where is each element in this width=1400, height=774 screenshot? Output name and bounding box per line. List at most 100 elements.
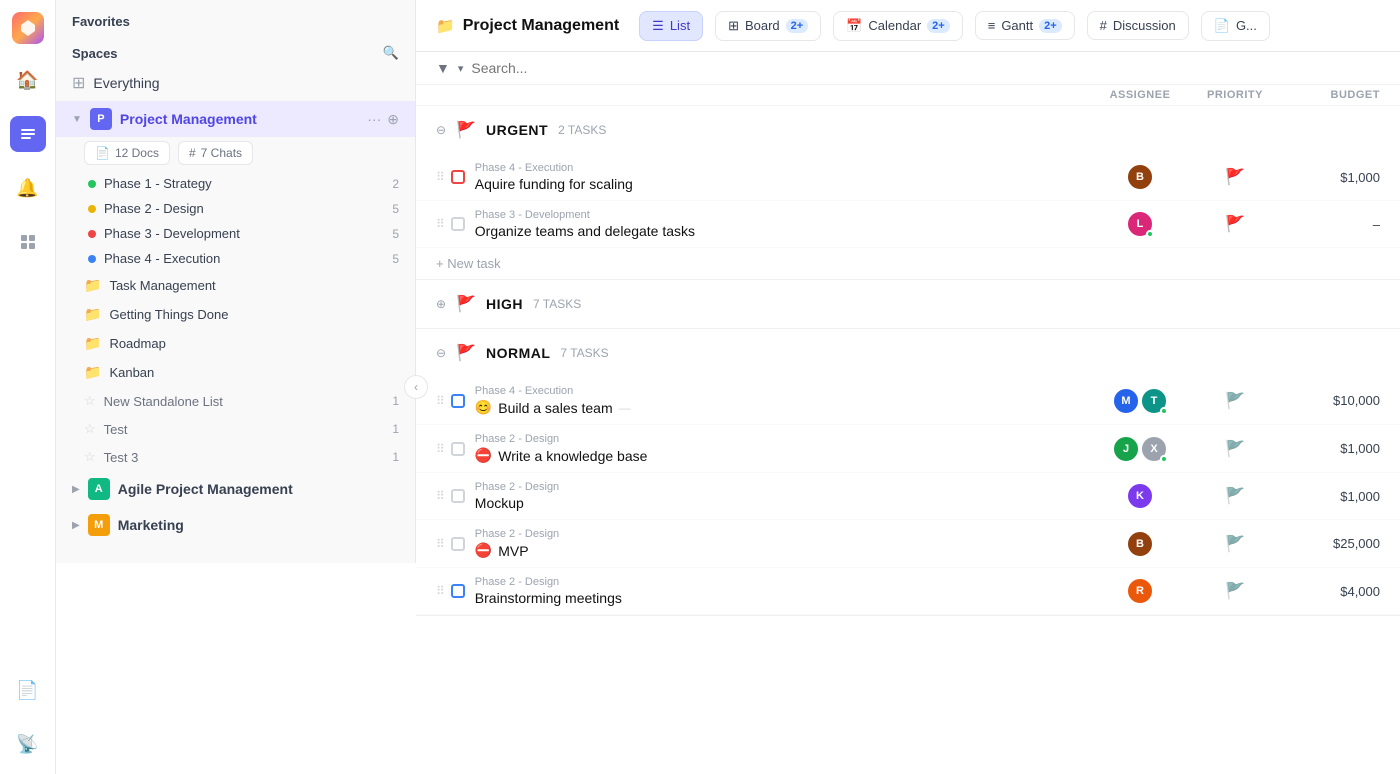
drag-handle-icon[interactable]: ⠿ — [436, 537, 445, 551]
folder-icon-gtd: 📁 — [84, 306, 101, 323]
folder-getting-things-done[interactable]: 📁 Getting Things Done — [56, 300, 415, 329]
doc-nav-icon[interactable]: 📄 — [10, 672, 46, 708]
spaces-search-icon[interactable]: 🔍 — [383, 45, 399, 61]
tab-list[interactable]: ☰ List — [639, 11, 703, 41]
list-dot-development — [88, 230, 96, 238]
drag-handle-icon[interactable]: ⠿ — [436, 217, 445, 231]
section-normal-flag: 🚩 — [456, 343, 476, 363]
drag-handle-icon[interactable]: ⠿ — [436, 584, 445, 598]
space-pm-more-icon[interactable]: ··· — [367, 111, 381, 127]
list-dot-strategy — [88, 180, 96, 188]
tab-g-icon: 📄 — [1214, 18, 1230, 34]
task-checkbox-n2[interactable] — [451, 442, 465, 456]
list-item-design[interactable]: Phase 2 - Design 5 — [56, 196, 415, 221]
section-urgent: ⊖ 🚩 URGENT 2 TASKS ⠿ Phase 4 - Execution… — [416, 106, 1400, 280]
sidebar: Favorites Spaces 🔍 ⊞ Everything ▼ P Proj… — [56, 0, 416, 563]
everything-item[interactable]: ⊞ Everything — [56, 65, 415, 101]
table-row[interactable]: ⠿ Phase 2 - Design ⛔ MVP B 🚩 $25,000 — [416, 520, 1400, 568]
filter-chevron-icon[interactable]: ▾ — [458, 62, 464, 75]
tab-g[interactable]: 📄 G... — [1201, 11, 1270, 41]
assignee-cell-n4: B — [1090, 530, 1190, 558]
task-phase-2: Phase 3 - Development — [475, 209, 1090, 221]
task-name-n4: ⛔ MVP — [475, 542, 1090, 559]
space-pm-add-icon[interactable]: ⊕ — [387, 111, 399, 128]
drag-handle-icon[interactable]: ⠿ — [436, 442, 445, 456]
tab-board[interactable]: ⊞ Board 2+ — [715, 11, 821, 41]
table-row[interactable]: ⠿ Phase 4 - Execution Aquire funding for… — [416, 154, 1400, 201]
standalone-test3[interactable]: ☆ Test 3 1 — [56, 443, 415, 471]
priority-flag-n2: 🚩 — [1225, 439, 1245, 459]
task-phase-n2: Phase 2 - Design — [475, 433, 1090, 445]
table-row[interactable]: ⠿ Phase 4 - Execution 😊 Build a sales te… — [416, 377, 1400, 425]
task-checkbox-1[interactable] — [451, 170, 465, 184]
task-checkbox-n1[interactable] — [451, 394, 465, 408]
task-checkbox-2[interactable] — [451, 217, 465, 231]
table-row[interactable]: ⠿ Phase 2 - Design Mockup K 🚩 $1,000 — [416, 473, 1400, 520]
section-normal-title: NORMAL — [486, 345, 550, 361]
list-dot-design — [88, 205, 96, 213]
folder-kanban[interactable]: 📁 Kanban — [56, 358, 415, 387]
priority-cell-1: 🚩 — [1190, 167, 1280, 187]
home-nav-icon[interactable]: 🏠 — [10, 62, 46, 98]
task-info-1: Phase 4 - Execution Aquire funding for s… — [475, 162, 1090, 192]
standalone-icon-test3: ☆ — [84, 449, 96, 465]
table-row[interactable]: ⠿ Phase 2 - Design ⛔ Write a knowledge b… — [416, 425, 1400, 473]
section-normal-toggle[interactable]: ⊖ — [436, 346, 446, 360]
drag-handle-icon[interactable]: ⠿ — [436, 489, 445, 503]
folder-task-management[interactable]: 📁 Task Management — [56, 271, 415, 300]
docs-pill[interactable]: 📄 12 Docs — [84, 141, 170, 165]
space-pm-header[interactable]: ▼ P Project Management ··· ⊕ — [56, 101, 415, 137]
section-high-header[interactable]: ⊕ 🚩 HIGH 7 TASKS — [416, 280, 1400, 328]
budget-cell-n3: $1,000 — [1280, 489, 1380, 504]
list-item-execution[interactable]: Phase 4 - Execution 5 — [56, 246, 415, 271]
tab-gantt[interactable]: ≡ Gantt 2+ — [975, 11, 1075, 40]
drag-handle-icon[interactable]: ⠿ — [436, 170, 445, 184]
folder-icon-tm: 📁 — [84, 277, 101, 294]
task-info-n1: Phase 4 - Execution 😊 Build a sales team… — [475, 385, 1090, 416]
sidebar-collapse-button[interactable]: ‹ — [404, 375, 428, 399]
table-row[interactable]: ⠿ Phase 2 - Design Brainstorming meeting… — [416, 568, 1400, 615]
section-normal-header[interactable]: ⊖ 🚩 NORMAL 7 TASKS — [416, 329, 1400, 377]
folder-name-roadmap: Roadmap — [109, 336, 165, 351]
tab-calendar-icon: 📅 — [846, 18, 862, 34]
task-checkbox-n4[interactable] — [451, 537, 465, 551]
space-project-management: ▼ P Project Management ··· ⊕ 📄 12 Docs #… — [56, 101, 415, 471]
task-name-n2: ⛔ Write a knowledge base — [475, 447, 1090, 464]
section-urgent-title: URGENT — [486, 122, 548, 138]
avatar-n1a: M — [1112, 387, 1140, 415]
standalone-icon-test: ☆ — [84, 421, 96, 437]
task-phase-n4: Phase 2 - Design — [475, 528, 1090, 540]
app-logo[interactable] — [12, 12, 44, 44]
standalone-new-list[interactable]: ☆ New Standalone List 1 — [56, 387, 415, 415]
budget-cell-n2: $1,000 — [1280, 441, 1380, 456]
filter-icon[interactable]: ▼ — [436, 60, 450, 76]
priority-cell-n4: 🚩 — [1190, 534, 1280, 554]
table-row[interactable]: ⠿ Phase 3 - Development Organize teams a… — [416, 201, 1400, 248]
main-content: 📁 Project Management ☰ List ⊞ Board 2+ 📅… — [416, 0, 1400, 774]
list-item-strategy[interactable]: Phase 1 - Strategy 2 — [56, 171, 415, 196]
space-agile[interactable]: ▶ A Agile Project Management — [56, 471, 415, 507]
tab-discussion[interactable]: # Discussion — [1087, 11, 1189, 40]
new-task-urgent[interactable]: + New task — [416, 248, 1400, 279]
task-name-text-n1: Build a sales team — [498, 400, 612, 416]
section-urgent-header[interactable]: ⊖ 🚩 URGENT 2 TASKS — [416, 106, 1400, 154]
section-high-toggle[interactable]: ⊕ — [436, 297, 446, 311]
wifi-nav-icon[interactable]: 📡 — [10, 726, 46, 762]
tab-calendar[interactable]: 📅 Calendar 2+ — [833, 11, 963, 41]
task-checkbox-n3[interactable] — [451, 489, 465, 503]
tasks-nav-icon[interactable] — [10, 116, 46, 152]
folder-roadmap[interactable]: 📁 Roadmap — [56, 329, 415, 358]
search-input[interactable] — [471, 60, 1380, 76]
everything-icon: ⊞ — [72, 73, 85, 93]
task-checkbox-n5[interactable] — [451, 584, 465, 598]
space-marketing[interactable]: ▶ M Marketing — [56, 507, 415, 543]
tab-board-badge: 2+ — [786, 19, 809, 33]
avatar-wrap-2: L — [1126, 210, 1154, 238]
list-item-development[interactable]: Phase 3 - Development 5 — [56, 221, 415, 246]
section-urgent-toggle[interactable]: ⊖ — [436, 123, 446, 137]
bell-nav-icon[interactable]: 🔔 — [10, 170, 46, 206]
drag-handle-icon[interactable]: ⠿ — [436, 394, 445, 408]
chats-pill[interactable]: # 7 Chats — [178, 141, 253, 165]
grid-nav-icon[interactable] — [10, 224, 46, 260]
standalone-test[interactable]: ☆ Test 1 — [56, 415, 415, 443]
